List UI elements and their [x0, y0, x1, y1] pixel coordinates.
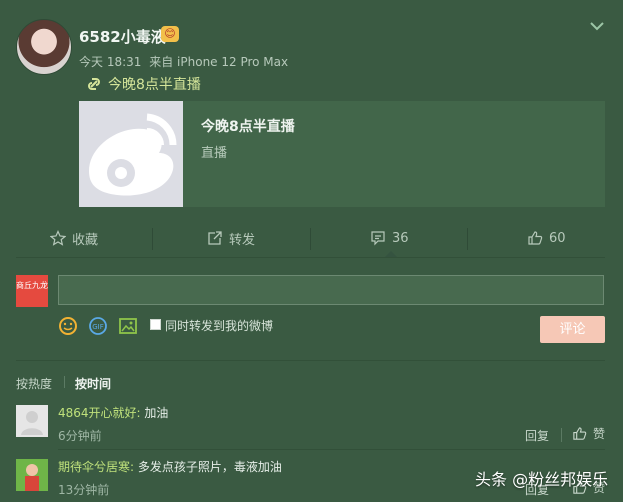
comment-user[interactable]: 期待伞兮居寒: [58, 460, 134, 474]
divider [467, 228, 468, 250]
like-count: 60 [549, 230, 566, 246]
sort-by-hot[interactable]: 按热度 [16, 375, 52, 392]
comment-time: 13分钟前 [58, 483, 110, 497]
repost-button[interactable]: 转发 [207, 222, 255, 254]
post-link-text: 今晚8点半直播 [108, 77, 201, 93]
divider [64, 376, 65, 388]
comment-input[interactable] [58, 275, 604, 305]
post-time: 今天 18:31 [79, 55, 142, 69]
comment-button[interactable]: 36 [370, 222, 409, 254]
svg-text:GIF: GIF [92, 323, 104, 331]
post-source: 来自 iPhone 12 Pro Max [149, 55, 289, 69]
watermark: 头条 @粉丝邦娱乐 [475, 470, 609, 489]
emoji-icon[interactable] [58, 316, 78, 336]
divider [16, 360, 605, 361]
comment-count: 36 [392, 230, 409, 246]
comment-body: 多发点孩子照片，毒液加油 [137, 460, 282, 474]
repost-checkbox-label: 同时转发到我的微博 [165, 319, 274, 333]
submit-comment-button[interactable]: 评论 [540, 316, 605, 343]
divider [58, 449, 605, 450]
image-icon[interactable] [118, 316, 138, 336]
card-title: 今晚8点半直播 [201, 119, 295, 135]
comment-text: 4864开心就好: 加油 [58, 404, 168, 421]
star-icon [50, 230, 66, 246]
reply-button[interactable]: 回复 [525, 427, 549, 444]
comment-icon [371, 231, 385, 246]
sort-by-time[interactable]: 按时间 [75, 375, 111, 392]
comment-text: 期待伞兮居寒: 多发点孩子照片，毒液加油 [58, 458, 282, 475]
repost-icon [208, 231, 222, 245]
comment-avatar[interactable] [16, 459, 48, 491]
comment-body: 加油 [144, 406, 169, 420]
like-label: 赞 [593, 427, 606, 441]
post-username[interactable]: 6582小毒液 [79, 26, 166, 47]
comment-user[interactable]: 4864开心就好: [58, 406, 141, 420]
post-meta: 今天 18:31 来自 iPhone 12 Pro Max [79, 53, 292, 70]
divider [152, 228, 153, 250]
thumbs-up-icon [573, 427, 587, 440]
weibo-logo-icon [79, 101, 183, 207]
comment-like-button[interactable]: 赞 [572, 425, 605, 442]
like-button[interactable]: 60 [527, 222, 566, 254]
comment-avatar[interactable] [16, 405, 48, 437]
link-icon [88, 78, 100, 90]
user-avatar: 商丘九龙 [16, 275, 48, 307]
avatar[interactable] [16, 19, 72, 75]
divider [561, 428, 562, 442]
favorite-label: 收藏 [72, 232, 99, 248]
brand-label: 商丘九龙 [16, 281, 48, 290]
vip-badge-icon: 😊 [161, 26, 179, 42]
post-link[interactable]: 今晚8点半直播 [86, 74, 201, 94]
comment-time: 6分钟前 [58, 429, 102, 443]
favorite-button[interactable]: 收藏 [50, 222, 98, 254]
action-bar: 收藏 转发 36 60 [0, 222, 623, 254]
gif-icon[interactable]: GIF [88, 316, 108, 336]
card-subtitle: 直播 [201, 146, 228, 161]
divider [16, 257, 605, 258]
chevron-down-icon[interactable] [587, 16, 607, 36]
repost-checkbox[interactable] [150, 319, 161, 330]
divider [310, 228, 311, 250]
thumbs-up-icon [528, 231, 543, 245]
repost-label: 转发 [229, 232, 256, 248]
